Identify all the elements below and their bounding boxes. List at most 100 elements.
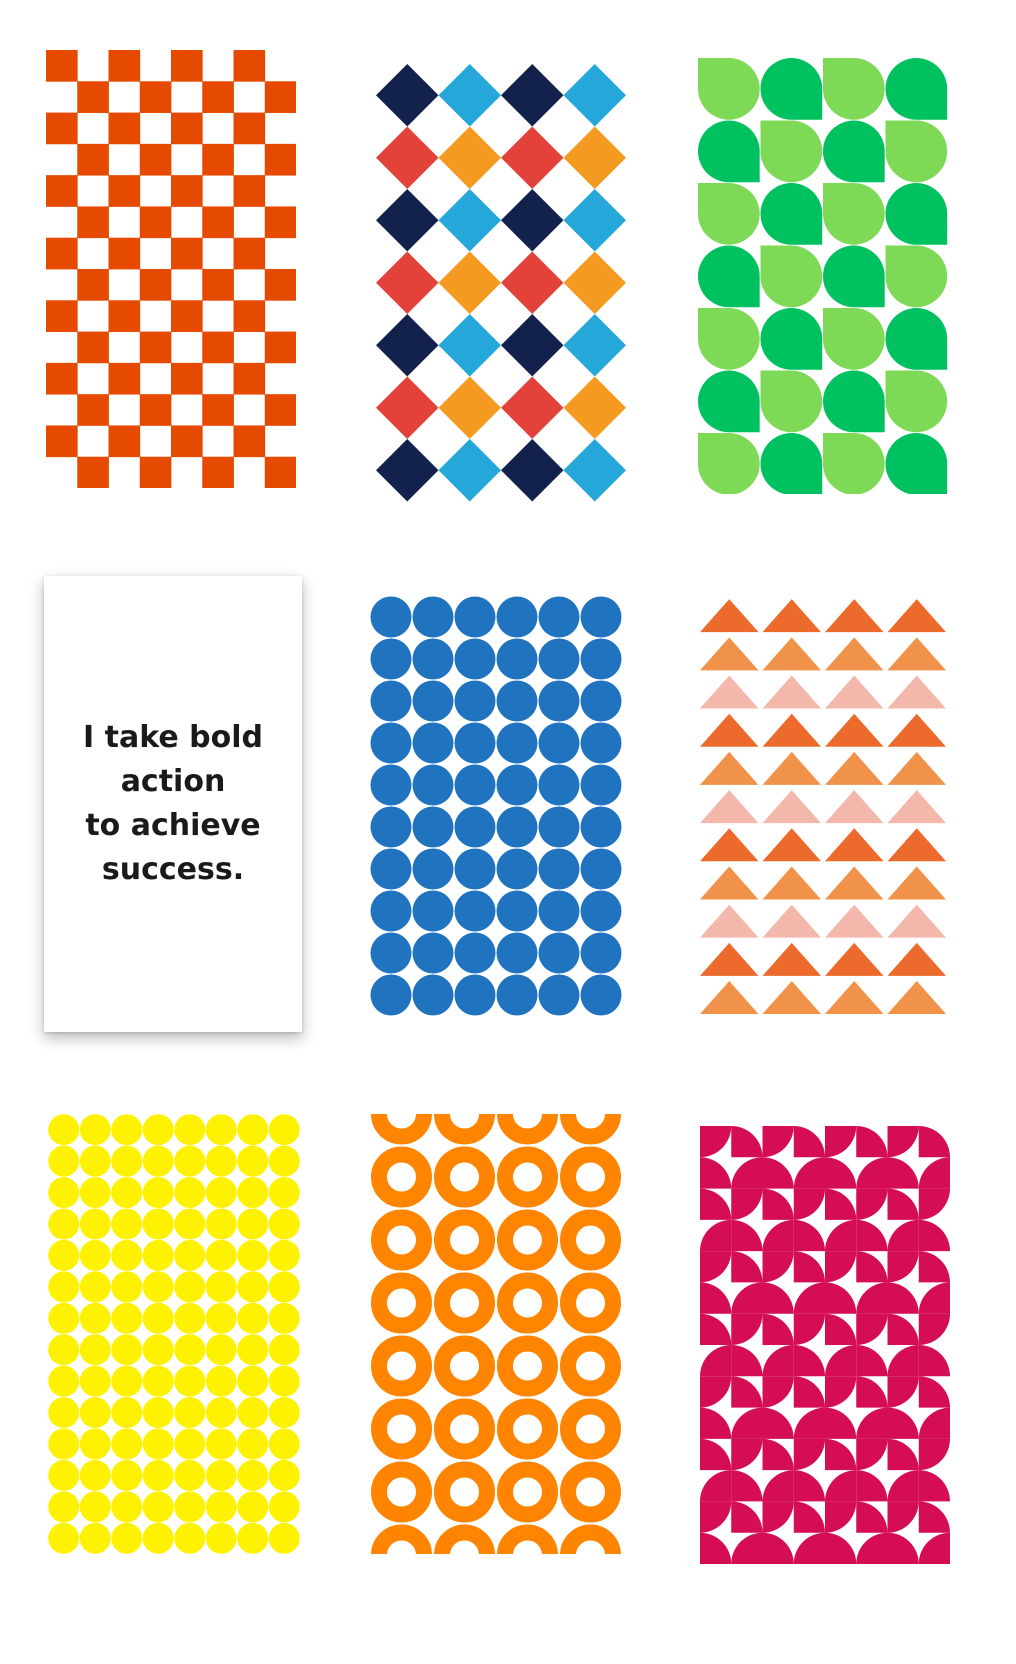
checker-square — [139, 394, 172, 426]
yellow-dot — [79, 1208, 111, 1240]
ring — [497, 1335, 558, 1397]
circle-dot — [538, 722, 580, 764]
triangle-tile — [825, 713, 884, 747]
quarter-circle — [731, 1157, 763, 1189]
ring — [497, 1114, 558, 1145]
checker-square — [264, 143, 296, 176]
quarter-circle — [918, 1501, 950, 1533]
checker-square — [46, 50, 78, 82]
quarter-circle — [793, 1157, 825, 1189]
quarter-circle — [762, 1407, 794, 1439]
triangle-tile — [887, 790, 946, 824]
circle-dot — [496, 806, 538, 848]
yellow-dot — [48, 1114, 80, 1146]
diamond-tile — [563, 126, 626, 189]
circle-dot — [496, 764, 538, 806]
quarter-circle — [918, 1313, 950, 1345]
quarter-circle — [918, 1251, 950, 1283]
yellow-dot — [268, 1522, 300, 1554]
quarter-circle — [793, 1251, 825, 1283]
diamond-tile — [376, 126, 439, 189]
affirmation-text: I take bold action to achieve success. — [44, 716, 302, 892]
diamond-tile — [501, 189, 564, 252]
affirmation-line: action — [120, 764, 226, 799]
ring-pattern-card — [370, 1114, 622, 1554]
yellow-dot — [48, 1428, 80, 1460]
triangle-tile — [825, 599, 884, 633]
diamond-tile — [438, 376, 501, 439]
quarter-circle — [887, 1157, 919, 1189]
circle-dot — [454, 638, 496, 680]
quarter-circle — [887, 1470, 919, 1502]
yellow-dot — [48, 1145, 80, 1177]
quarter-circle — [825, 1251, 857, 1283]
triangle-tile — [700, 790, 759, 824]
yellow-dot — [111, 1239, 143, 1271]
yellow-dot — [142, 1428, 174, 1460]
diamond-tile — [376, 439, 439, 502]
yellow-dot — [79, 1334, 111, 1366]
checker-square — [171, 112, 203, 145]
yellow-dot — [79, 1271, 111, 1303]
yellow-dot — [142, 1145, 174, 1177]
circle-dot — [370, 680, 412, 722]
leaf-tile — [885, 433, 948, 494]
quarter-circle — [700, 1126, 732, 1158]
checker-square — [108, 425, 141, 458]
quarter-circle — [856, 1313, 888, 1345]
quarter-circle — [856, 1219, 888, 1252]
circle-dot — [454, 722, 496, 764]
yellow-dot — [268, 1239, 300, 1271]
quarter-circle — [731, 1438, 763, 1471]
yellow-dot — [205, 1428, 237, 1460]
yellow-dot — [205, 1397, 237, 1429]
triangle-tile — [825, 751, 884, 785]
yellow-dot — [205, 1208, 237, 1240]
quarter-circle — [887, 1251, 919, 1283]
quarter-circle — [918, 1345, 950, 1377]
triangle-tile — [762, 828, 821, 862]
quarter-circle — [762, 1501, 794, 1533]
quarter-circle — [918, 1126, 950, 1158]
circle-dot — [370, 722, 412, 764]
checker-square — [46, 300, 78, 332]
leaf-pattern — [698, 58, 948, 494]
yellow-dot — [48, 1522, 80, 1554]
quarter-circle — [793, 1126, 825, 1158]
quarter-circle — [793, 1470, 825, 1502]
quarter-circle — [700, 1376, 732, 1408]
checker-square — [171, 50, 203, 82]
circle-dot — [412, 848, 454, 890]
diamond-tile — [376, 376, 439, 439]
checker-square — [171, 362, 203, 395]
diamond-tile — [376, 314, 439, 377]
leaf-tile — [760, 433, 823, 494]
leaf-tile — [760, 370, 823, 433]
leaf-tile — [698, 433, 760, 494]
circle-dot — [538, 680, 580, 722]
triangle-tile — [700, 713, 759, 747]
checkerboard-pattern-card — [46, 50, 296, 488]
yellow-dot — [205, 1145, 237, 1177]
yellow-dot — [79, 1145, 111, 1177]
circle-dot — [370, 932, 412, 974]
checker-square — [139, 269, 172, 301]
quarter-circle-pattern — [700, 1126, 950, 1564]
quarter-circle — [825, 1157, 857, 1189]
triangle-tile — [887, 866, 946, 900]
ring — [560, 1398, 621, 1460]
yellow-dot — [174, 1428, 206, 1460]
yellow-dot — [237, 1491, 269, 1523]
quarter-circle — [793, 1345, 825, 1377]
quarter-circle — [762, 1313, 794, 1345]
checker-square — [139, 81, 172, 113]
yellow-dot — [268, 1208, 300, 1240]
ring — [434, 1146, 495, 1208]
yellow-dot — [174, 1208, 206, 1240]
ring — [560, 1272, 621, 1334]
quarter-circle — [825, 1470, 857, 1502]
checker-square — [139, 206, 172, 239]
checker-square — [264, 394, 296, 426]
yellow-dot — [237, 1145, 269, 1177]
quarter-circle — [762, 1251, 794, 1283]
